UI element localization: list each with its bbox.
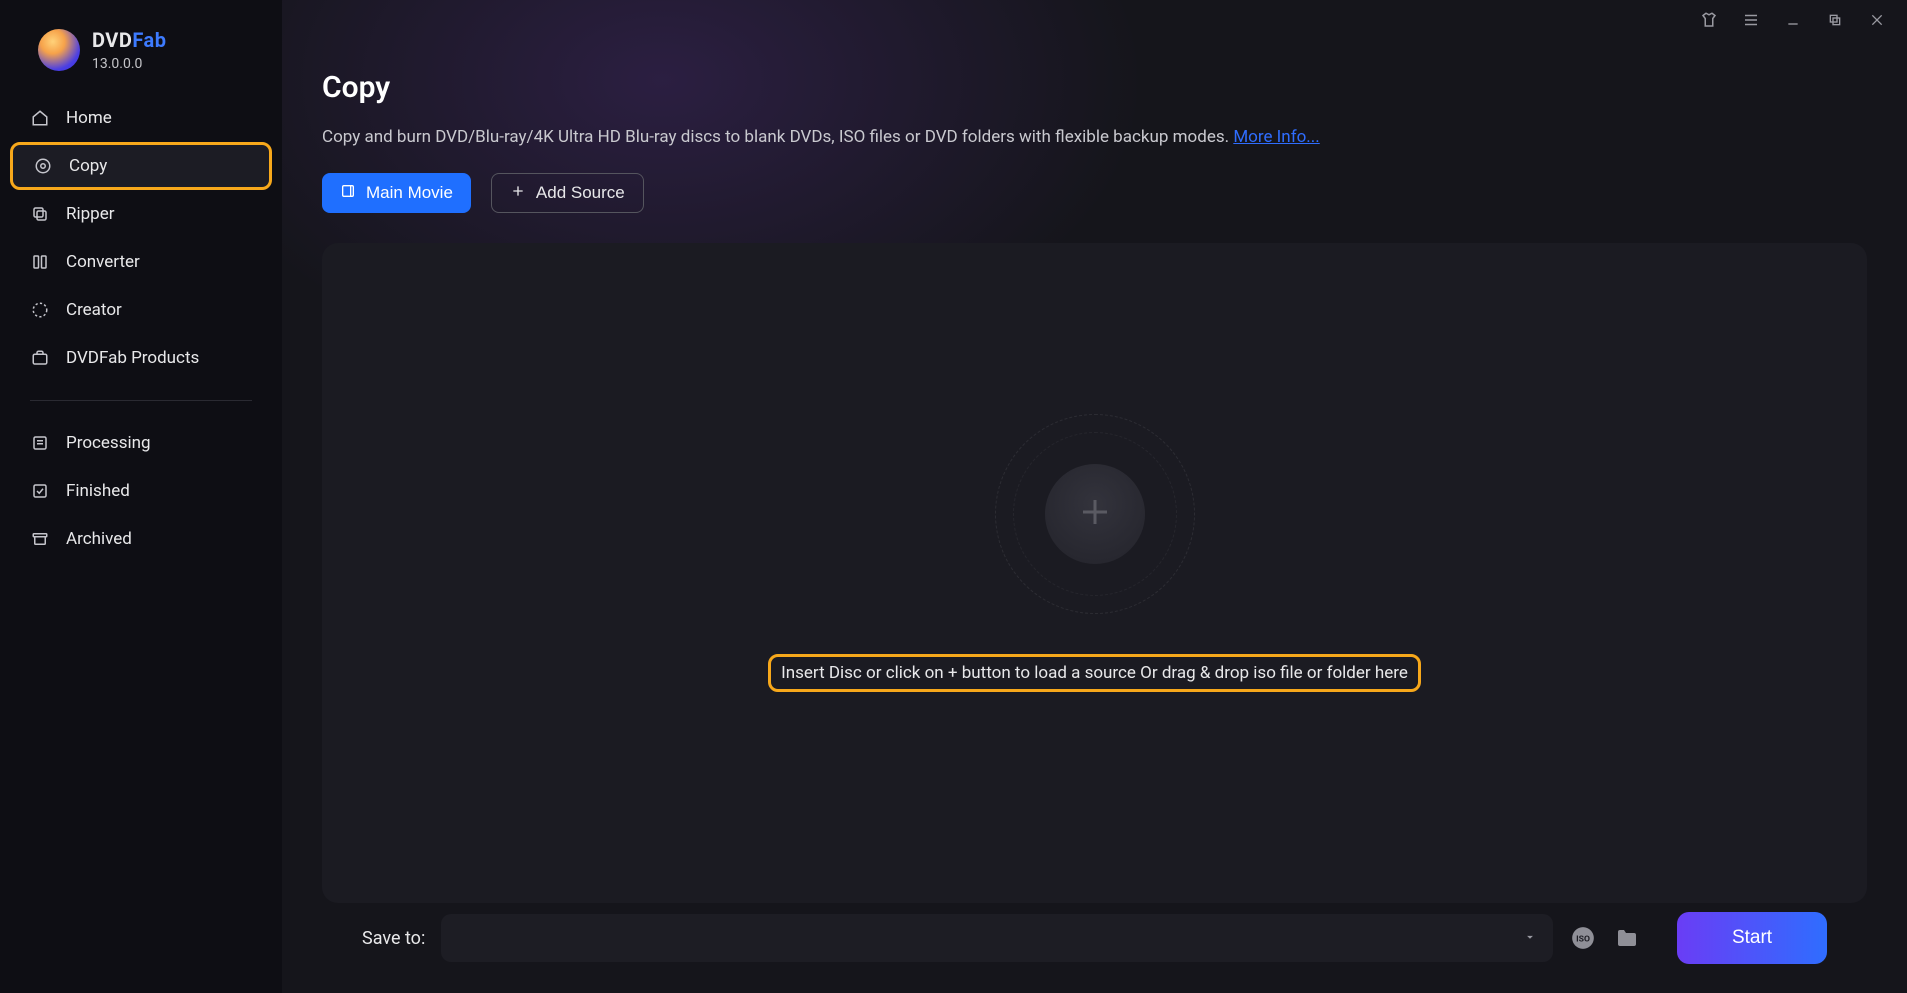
save-to-dropdown[interactable] — [441, 914, 1553, 962]
sidebar-item-finished[interactable]: Finished — [10, 467, 272, 515]
shirt-icon[interactable] — [1699, 10, 1719, 30]
dropzone-ring-inner — [1013, 432, 1177, 596]
page-description: Copy and burn DVD/Blu-ray/4K Ultra HD Bl… — [322, 127, 1867, 147]
converter-icon — [30, 252, 50, 272]
sidebar-item-converter[interactable]: Converter — [10, 238, 272, 286]
sidebar-item-label: Archived — [66, 529, 132, 549]
page-description-text: Copy and burn DVD/Blu-ray/4K Ultra HD Bl… — [322, 127, 1233, 147]
sidebar-item-processing[interactable]: Processing — [10, 419, 272, 467]
plus-icon — [510, 183, 526, 204]
sidebar-item-creator[interactable]: Creator — [10, 286, 272, 334]
sidebar: DVDFab 13.0.0.0 Home Copy Ripper — [0, 0, 282, 993]
creator-icon — [30, 300, 50, 320]
menu-icon[interactable] — [1741, 10, 1761, 30]
brand-text: DVDFab 13.0.0.0 — [92, 28, 166, 72]
action-row: Main Movie Add Source — [322, 173, 1867, 213]
sidebar-item-archived[interactable]: Archived — [10, 515, 272, 563]
finished-icon — [30, 481, 50, 501]
brand-name-dvd: DVD — [92, 28, 132, 52]
brand-name-fab: Fab — [132, 28, 166, 52]
start-button[interactable]: Start — [1677, 912, 1827, 964]
layers-icon — [30, 204, 50, 224]
dropzone[interactable]: Insert Disc or click on + button to load… — [322, 243, 1867, 903]
sidebar-item-home[interactable]: Home — [10, 94, 272, 142]
sidebar-item-label: Converter — [66, 252, 140, 272]
sidebar-item-products[interactable]: DVDFab Products — [10, 334, 272, 382]
minimize-icon[interactable] — [1783, 10, 1803, 30]
brand-avatar-icon — [38, 29, 80, 71]
sidebar-item-label: DVDFab Products — [66, 348, 199, 368]
sidebar-item-label: Creator — [66, 300, 122, 320]
dropzone-text: Insert Disc or click on + button to load… — [781, 663, 1408, 683]
chevron-down-icon[interactable] — [1523, 929, 1537, 948]
titlebar — [282, 0, 1907, 40]
products-icon — [30, 348, 50, 368]
brand-name: DVDFab — [92, 28, 166, 52]
archived-icon — [30, 529, 50, 549]
footer: Save to: ISO Start — [322, 903, 1867, 993]
maximize-icon[interactable] — [1825, 10, 1845, 30]
sidebar-item-label: Home — [66, 108, 112, 128]
sidebar-item-copy[interactable]: Copy — [10, 142, 272, 190]
processing-icon — [30, 433, 50, 453]
content: Copy Copy and burn DVD/Blu-ray/4K Ultra … — [282, 40, 1907, 993]
brand-version: 13.0.0.0 — [92, 56, 166, 72]
save-to-label: Save to: — [362, 928, 425, 949]
iso-icon[interactable]: ISO — [1569, 924, 1597, 952]
page-title: Copy — [322, 70, 1867, 105]
sidebar-item-label: Ripper — [66, 204, 114, 224]
sidebar-item-label: Finished — [66, 481, 130, 501]
add-source-button[interactable]: Add Source — [491, 173, 644, 213]
add-source-label: Add Source — [536, 183, 625, 203]
nav-divider — [30, 400, 252, 401]
brand: DVDFab 13.0.0.0 — [0, 20, 282, 94]
sidebar-item-label: Processing — [66, 433, 151, 453]
folder-icon[interactable] — [1613, 924, 1641, 952]
svg-text:ISO: ISO — [1576, 934, 1590, 944]
dropzone-text-highlight: Insert Disc or click on + button to load… — [768, 654, 1421, 692]
close-icon[interactable] — [1867, 10, 1887, 30]
sidebar-item-ripper[interactable]: Ripper — [10, 190, 272, 238]
main-movie-label: Main Movie — [366, 183, 453, 203]
main: Copy Copy and burn DVD/Blu-ray/4K Ultra … — [282, 0, 1907, 993]
main-movie-icon — [340, 183, 356, 204]
home-icon — [30, 108, 50, 128]
more-info-link[interactable]: More Info... — [1233, 127, 1319, 147]
nav-primary: Home Copy Ripper Converter Creator — [0, 94, 282, 563]
disc-icon — [33, 156, 53, 176]
dropzone-circle-wrap — [995, 414, 1195, 614]
sidebar-item-label: Copy — [69, 156, 107, 176]
main-movie-button[interactable]: Main Movie — [322, 173, 471, 213]
